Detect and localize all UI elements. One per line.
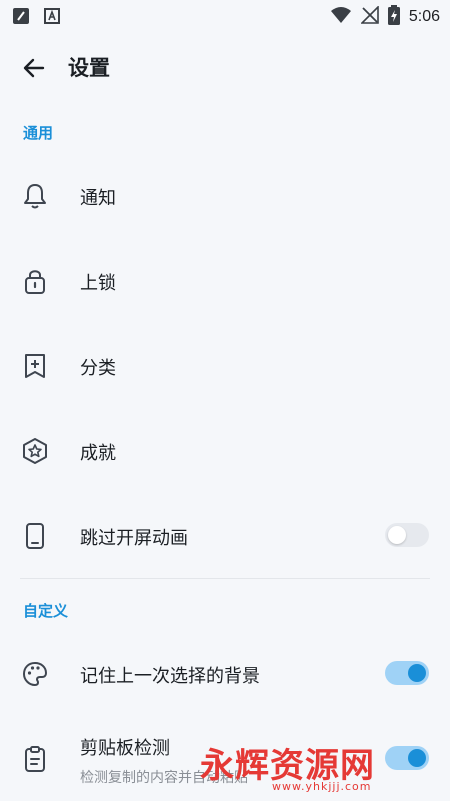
settings-item-category[interactable]: 分类 [0, 324, 450, 408]
settings-item-label: 成就 [80, 443, 116, 464]
wifi-icon [330, 6, 352, 28]
font-notification-icon [44, 8, 60, 28]
settings-item-label: 上锁 [80, 273, 116, 294]
app-bar: 设置 [0, 32, 450, 102]
battery-charging-icon [387, 5, 400, 29]
settings-item-label: 剪贴板检测 [80, 738, 170, 759]
settings-item-label: 通知 [80, 188, 116, 209]
bell-icon [20, 181, 50, 211]
watermark: 永辉资源网 www.yhkjjj.com [200, 736, 440, 800]
settings-item-achievements[interactable]: 成就 [0, 409, 450, 493]
section-header-general: 通用 [23, 124, 54, 142]
back-button[interactable] [18, 52, 50, 84]
settings-item-label: 分类 [80, 358, 116, 379]
section-divider [20, 578, 430, 579]
remember-background-toggle[interactable] [385, 661, 429, 685]
palette-icon [20, 659, 50, 689]
settings-item-label: 记住上一次选择的背景 [80, 666, 260, 687]
star-badge-icon [20, 436, 50, 466]
lock-icon [20, 266, 50, 296]
section-header-custom: 自定义 [23, 602, 69, 620]
settings-item-notifications[interactable]: 通知 [0, 154, 450, 238]
skip-splash-toggle[interactable] [385, 523, 429, 547]
no-signal-icon [359, 5, 379, 28]
clipboard-icon [20, 744, 50, 774]
edit-notification-icon [12, 7, 30, 29]
bookmark-plus-icon [20, 351, 50, 381]
toggle-knob [408, 664, 426, 682]
page-title: 设置 [68, 56, 110, 80]
phone-icon [20, 521, 50, 551]
status-time: 5:06 [408, 8, 440, 25]
toggle-knob [388, 526, 406, 544]
settings-item-remember-background[interactable]: 记住上一次选择的背景 [0, 632, 450, 716]
settings-item-lock[interactable]: 上锁 [0, 239, 450, 323]
settings-item-skip-splash[interactable]: 跳过开屏动画 [0, 494, 450, 578]
status-bar: 5:06 [0, 0, 450, 32]
watermark-url: www.yhkjjj.com [272, 780, 372, 793]
settings-item-label: 跳过开屏动画 [80, 528, 188, 549]
back-arrow-icon [23, 58, 45, 78]
